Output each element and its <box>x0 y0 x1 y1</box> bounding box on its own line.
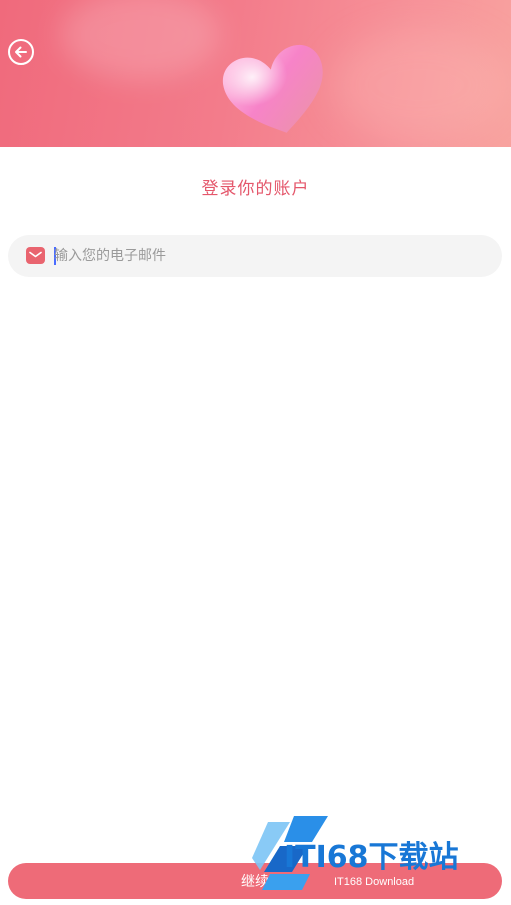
arrow-left-icon <box>15 46 27 58</box>
page-title: 登录你的账户 <box>201 179 310 199</box>
login-screen: 登录你的账户 继续 ITI68下载站 IT168 Download <box>0 0 511 905</box>
heart-icon <box>218 38 334 142</box>
continue-button[interactable]: 继续 <box>8 863 502 899</box>
mail-icon <box>26 247 45 264</box>
back-button[interactable] <box>8 39 34 65</box>
header-glow <box>60 0 220 80</box>
header-glow-right <box>330 30 510 140</box>
email-field[interactable] <box>8 235 502 277</box>
header-banner <box>0 0 511 147</box>
email-input[interactable] <box>54 235 484 277</box>
